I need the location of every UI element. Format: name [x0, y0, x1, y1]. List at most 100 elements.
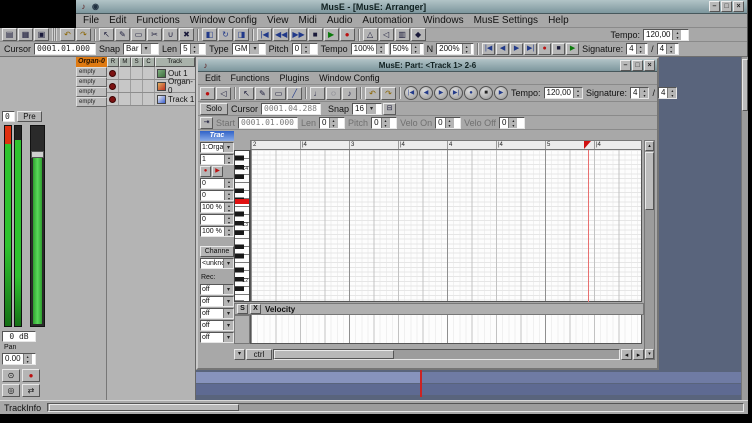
record-icon[interactable]: ● — [340, 28, 355, 41]
type-select[interactable]: GM — [232, 43, 266, 55]
menu-plugins[interactable]: Plugins — [275, 73, 315, 83]
eraser-tool-icon[interactable]: ▭ — [131, 28, 146, 41]
signature-denominator-spinner[interactable]: 4 — [657, 43, 679, 55]
cursor-note-icon[interactable]: ♪ — [342, 87, 357, 100]
play-icon[interactable]: ▶ — [212, 166, 223, 177]
pointer-tool-icon[interactable]: ↖ — [239, 87, 254, 100]
output-port-select[interactable]: 1:Organ-0 — [200, 142, 234, 153]
ctrl-close-button[interactable]: X — [250, 304, 261, 314]
snap-select[interactable]: 16 — [352, 103, 382, 115]
stop-icon[interactable]: ■ — [552, 43, 565, 55]
class-cell[interactable] — [143, 67, 155, 79]
menu-window-config[interactable]: Window Config — [314, 73, 385, 83]
preset-slot[interactable]: empty — [76, 87, 107, 97]
punch-in-icon[interactable]: ◧ — [202, 28, 217, 41]
controller-select[interactable]: off — [200, 308, 234, 319]
menu-muse-settings[interactable]: MusE Settings — [469, 15, 543, 26]
undo-icon[interactable]: ↶ — [365, 87, 380, 100]
snap-select[interactable]: Bar — [123, 43, 159, 55]
tab-trackinfo[interactable]: Trac — [200, 131, 234, 141]
pointer-tool-icon[interactable]: ↖ — [99, 28, 114, 41]
note-canvas[interactable] — [250, 150, 642, 302]
controller-canvas[interactable] — [250, 315, 642, 344]
speaker-icon[interactable]: ◁ — [379, 28, 394, 41]
stop-icon[interactable]: ■ — [308, 28, 323, 41]
maximize-button[interactable]: □ — [721, 1, 732, 12]
mute-tool-icon[interactable]: ✖ — [179, 28, 194, 41]
pianoroll-titlebar[interactable]: ♪ MusE: Part: <Track 1> 2-6 – □ × — [198, 59, 657, 72]
play-icon[interactable]: ▶ — [324, 28, 339, 41]
minimize-button[interactable]: – — [620, 60, 631, 71]
forward-icon[interactable]: ▶ — [510, 43, 523, 55]
forward-end-icon[interactable]: ▶| — [449, 86, 463, 100]
collapse-pane-button[interactable]: ▾ — [234, 349, 245, 360]
record-arm-icon[interactable] — [109, 83, 116, 90]
menu-functions[interactable]: Functions — [131, 15, 184, 26]
mute-button[interactable]: ◎ — [2, 384, 20, 397]
controller-select[interactable]: off — [200, 320, 234, 331]
menu-file[interactable]: File — [78, 15, 104, 26]
ctrl-solo-button[interactable]: S — [237, 304, 248, 314]
close-button[interactable]: × — [644, 60, 655, 71]
tempo-scale-spinner[interactable]: 100% — [351, 43, 389, 55]
scrollbar-thumb[interactable] — [274, 350, 394, 359]
ctrl-menu-button[interactable]: ctrl — [246, 349, 272, 360]
record-arm-icon[interactable] — [109, 70, 116, 77]
menu-midi[interactable]: Midi — [293, 15, 321, 26]
record-button[interactable]: ● — [22, 369, 40, 382]
hbank-spinner[interactable]: 0 — [200, 178, 234, 189]
punch-out-icon[interactable]: ◨ — [234, 28, 249, 41]
piano-keyboard[interactable]: C4 C3 C2 — [234, 150, 250, 302]
rewind-start-icon[interactable]: |◀ — [482, 43, 495, 55]
menu-view[interactable]: View — [262, 15, 294, 26]
solo-indicator-icon[interactable]: ● — [200, 87, 215, 100]
record-icon[interactable]: ● — [538, 43, 551, 55]
record-cell[interactable] — [107, 67, 119, 79]
scroll-down-button[interactable] — [645, 349, 654, 359]
toolbar-handle[interactable] — [52, 28, 57, 41]
solo-button[interactable]: Solo — [200, 103, 228, 115]
record-cell[interactable] — [107, 80, 119, 92]
record-icon[interactable]: ● — [200, 166, 211, 177]
trackinfo-toggle[interactable]: TrackInfo — [4, 403, 41, 413]
velo-off-spinner[interactable]: 0 — [499, 117, 525, 129]
patch-select[interactable]: <unkno — [200, 258, 234, 269]
solo-cell[interactable] — [131, 93, 143, 105]
close-button[interactable]: × — [733, 1, 744, 12]
marker-icon[interactable]: ◆ — [411, 28, 426, 41]
record-icon[interactable]: ● — [464, 86, 478, 100]
speaker-icon[interactable]: ◁ — [216, 87, 231, 100]
redo-icon[interactable]: ↷ — [76, 28, 91, 41]
mute-cell[interactable] — [119, 93, 131, 105]
record-arm-icon[interactable] — [109, 96, 116, 103]
metronome-icon[interactable]: △ — [363, 28, 378, 41]
pianoroll-vscroll[interactable] — [644, 140, 655, 360]
lbank-spinner[interactable]: 0 — [200, 190, 234, 201]
pencil-tool-icon[interactable]: ✎ — [255, 87, 270, 100]
n-spinner[interactable]: 200% — [436, 43, 474, 55]
pan-spinner[interactable]: 0.00 — [2, 353, 36, 365]
snap-grid-icon[interactable]: ⊟ — [383, 103, 396, 115]
solo-cell[interactable] — [131, 67, 143, 79]
rewind-icon[interactable]: ◀ — [496, 43, 509, 55]
loop-icon[interactable]: ↻ — [218, 28, 233, 41]
minimize-button[interactable]: – — [709, 1, 720, 12]
pencil-tool-icon[interactable]: ✎ — [115, 28, 130, 41]
rewind-start-icon[interactable]: |◀ — [257, 28, 272, 41]
menu-edit[interactable]: Edit — [200, 73, 226, 83]
midi-input-icon[interactable]: ◌ — [326, 87, 341, 100]
sticky-icon[interactable]: ◉ — [90, 1, 101, 12]
len-spinner[interactable]: 5 — [180, 43, 206, 55]
new-file-icon[interactable]: ▤ — [2, 28, 17, 41]
open-file-icon[interactable]: ▦ — [18, 28, 33, 41]
main-titlebar[interactable]: ♪ ◉ MusE - [MusE: Arranger] – □ × — [0, 0, 747, 14]
menu-audio[interactable]: Audio — [322, 15, 358, 26]
tempo-spinner[interactable]: 120,00 — [643, 29, 689, 41]
controller-select[interactable]: off — [200, 332, 234, 343]
power-button[interactable]: ⊙ — [2, 369, 20, 382]
velo-on-spinner[interactable]: 0 — [435, 117, 461, 129]
scroll-right-button[interactable] — [633, 349, 644, 360]
channel-spinner[interactable]: 1 — [200, 154, 234, 165]
scrollbar-thumb[interactable] — [49, 404, 239, 411]
pan-spinner[interactable]: 0 — [200, 214, 234, 225]
